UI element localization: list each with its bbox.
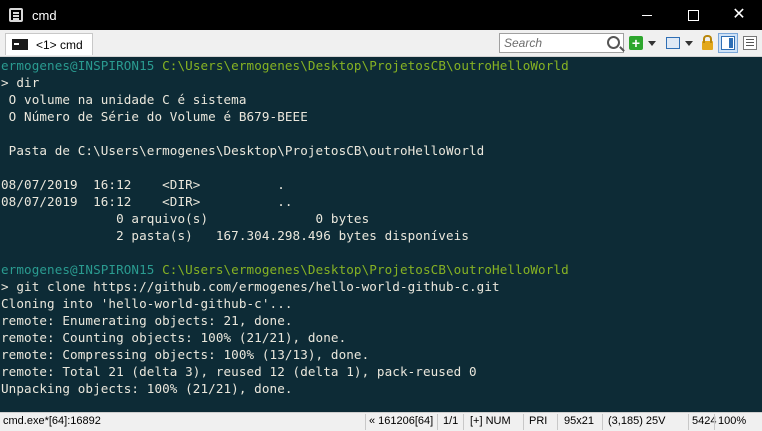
search-box[interactable] <box>499 33 624 53</box>
app-icon[interactable] <box>9 8 23 22</box>
status-zoom[interactable]: 100% <box>718 415 746 427</box>
status-divider <box>437 414 438 430</box>
status-divider <box>365 414 366 430</box>
command-line: > git clone https://github.com/ermogenes… <box>1 279 500 294</box>
minimize-icon <box>642 14 652 16</box>
output-line: remote: Counting objects: 100% (21/21), … <box>1 330 347 345</box>
window-controls: ✕ <box>624 0 762 30</box>
menu-icon <box>743 36 757 50</box>
title-bar[interactable]: cmd ✕ <box>0 0 762 30</box>
output-line: Pasta de C:\Users\ermogenes\Desktop\Proj… <box>1 143 485 158</box>
status-pid[interactable]: 5424 <box>692 415 716 427</box>
plus-icon: + <box>629 36 643 50</box>
status-divider <box>602 414 603 430</box>
status-divider <box>523 414 524 430</box>
chevron-down-icon <box>648 40 656 46</box>
prompt-line: ermogenes@INSPIRON15 C:\Users\ermogenes\… <box>1 57 569 74</box>
status-cursor[interactable]: (3,185) 25V <box>608 415 665 427</box>
menu-button[interactable] <box>743 35 757 51</box>
conemu-window: cmd ✕ <1> cmd + ermogenes@INSPIRON15 C:\… <box>0 0 762 431</box>
output-line: 2 pasta(s) 167.304.298.496 bytes disponí… <box>1 228 469 243</box>
new-console-button[interactable]: + <box>629 35 643 51</box>
panes-icon <box>666 37 680 49</box>
output-line: 08/07/2019 16:12 <DIR> . <box>1 177 285 192</box>
output-line: Unpacking objects: 100% (21/21), done. <box>1 381 293 396</box>
prompt-path: C:\Users\ermogenes\Desktop\ProjetosCB\ou… <box>154 262 569 277</box>
output-line: remote: Compressing objects: 100% (13/13… <box>1 347 370 362</box>
lock-icon <box>702 35 713 50</box>
output-line: remote: Enumerating objects: 21, done. <box>1 313 293 328</box>
command-line: > dir <box>1 75 40 90</box>
output-line: Cloning into 'hello-world-github-c'... <box>1 296 293 311</box>
prompt-path: C:\Users\ermogenes\Desktop\ProjetosCB\ou… <box>154 58 569 73</box>
minimize-button[interactable] <box>624 0 670 30</box>
search-input[interactable] <box>500 34 608 52</box>
output-line: O volume na unidade C é sistema <box>1 92 247 107</box>
tab-label: <1> cmd <box>36 37 83 52</box>
status-divider <box>463 414 464 430</box>
status-divider <box>688 414 689 430</box>
status-process[interactable]: cmd.exe*[64]:16892 <box>3 415 101 427</box>
status-mode[interactable]: [+] NUM <box>470 415 511 427</box>
status-priority[interactable]: PRI <box>529 415 547 427</box>
output-line: remote: Total 21 (delta 3), reused 12 (d… <box>1 364 477 379</box>
maximize-icon <box>687 9 699 21</box>
output-line: O Número de Série do Volume é B679-BEEE <box>1 109 308 124</box>
panes-button[interactable] <box>666 35 680 51</box>
prompt-line: ermogenes@INSPIRON15 C:\Users\ermogenes\… <box>1 261 569 278</box>
chevron-down-icon <box>685 40 693 46</box>
tab-bar: <1> cmd + <box>0 30 762 57</box>
output-line: 0 arquivo(s) 0 bytes <box>1 211 370 226</box>
status-position[interactable]: « 161206[64] <box>369 415 433 427</box>
status-divider <box>557 414 558 430</box>
lock-button[interactable] <box>702 35 713 51</box>
search-icon[interactable] <box>607 36 620 49</box>
split-view-icon <box>721 36 735 50</box>
window-title: cmd <box>32 7 57 23</box>
tab-cmd[interactable]: <1> cmd <box>5 33 93 55</box>
new-console-dropdown[interactable] <box>648 35 656 51</box>
panes-dropdown[interactable] <box>685 35 693 51</box>
status-bar: cmd.exe*[64]:16892 « 161206[64] 1/1 [+] … <box>0 412 762 431</box>
prompt-user: ermogenes@INSPIRON15 <box>1 58 155 73</box>
console-icon <box>12 39 28 50</box>
status-divider <box>714 414 715 430</box>
close-button[interactable]: ✕ <box>716 0 762 30</box>
split-button[interactable] <box>721 35 735 51</box>
maximize-button[interactable] <box>670 0 716 30</box>
close-icon: ✕ <box>732 6 746 23</box>
console-output[interactable]: ermogenes@INSPIRON15 C:\Users\ermogenes\… <box>0 57 762 412</box>
status-page[interactable]: 1/1 <box>443 415 458 427</box>
output-line: 08/07/2019 16:12 <DIR> .. <box>1 194 293 209</box>
status-size[interactable]: 95x21 <box>564 415 594 427</box>
prompt-user: ermogenes@INSPIRON15 <box>1 262 155 277</box>
